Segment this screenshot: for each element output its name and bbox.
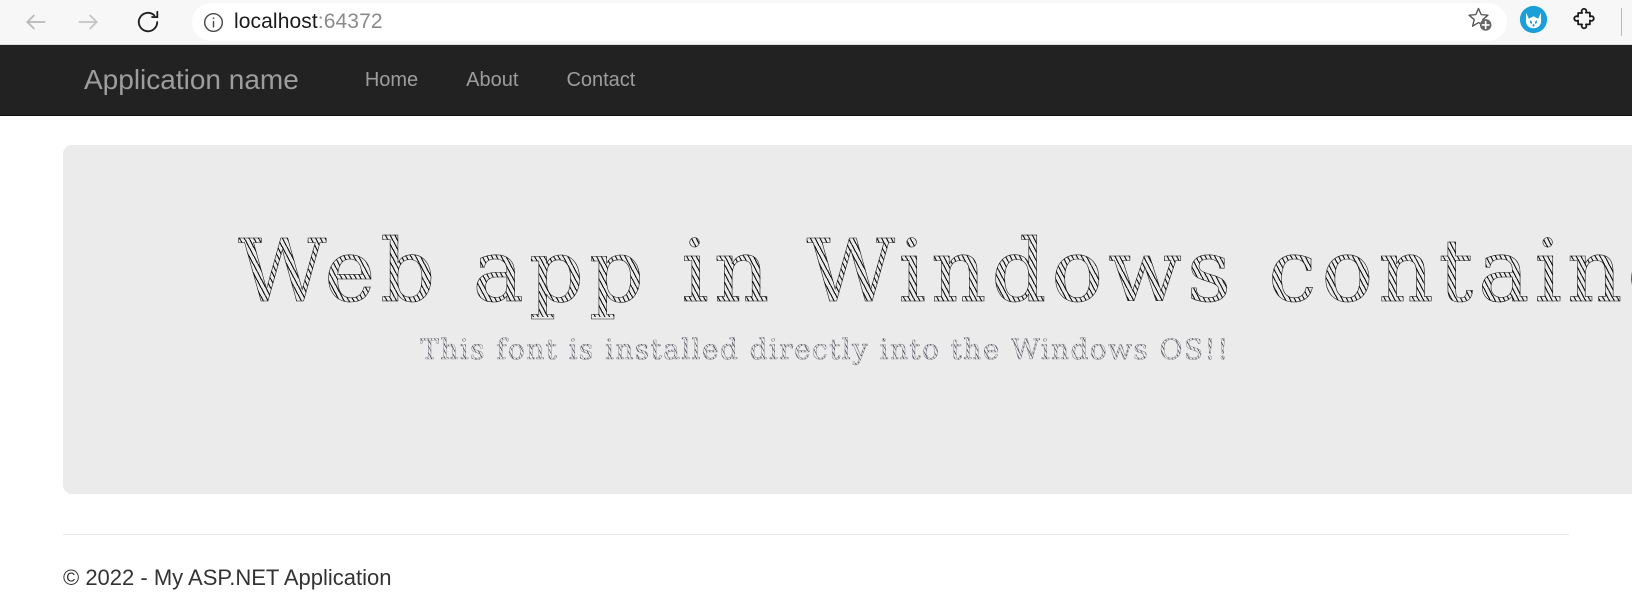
site-footer: © 2022 - My ASP.NET Application	[63, 534, 1569, 591]
nav-link-about[interactable]: About	[442, 69, 542, 92]
nav-link-home[interactable]: Home	[341, 69, 442, 92]
favorite-button[interactable]	[1457, 3, 1503, 41]
forward-button[interactable]	[68, 6, 108, 38]
nav-link-contact[interactable]: Contact	[542, 69, 659, 92]
back-button[interactable]	[16, 6, 56, 38]
browser-toolbar: localhost:64372	[0, 0, 1632, 45]
puzzle-piece-icon	[1571, 6, 1599, 39]
jumbotron-content: Web app in Windows container This font i…	[238, 228, 1632, 367]
footer-divider	[63, 534, 1569, 535]
wolf-extension-icon	[1519, 5, 1548, 39]
extensions-button[interactable]	[1559, 0, 1611, 45]
navbar-links: Home About Contact	[341, 69, 660, 92]
footer-copyright: © 2022 - My ASP.NET Application	[63, 565, 392, 590]
url-text[interactable]: localhost:64372	[234, 10, 1457, 34]
page-content: Web app in Windows container This font i…	[0, 116, 1632, 601]
info-circle-icon[interactable]	[192, 3, 234, 41]
page-subtitle: This font is installed directly into the…	[238, 333, 1632, 367]
navbar-brand[interactable]: Application name	[84, 64, 299, 96]
reload-button[interactable]	[128, 6, 168, 38]
jumbotron: Web app in Windows container This font i…	[63, 145, 1632, 494]
address-bar[interactable]: localhost:64372	[192, 3, 1507, 41]
arrow-left-icon	[23, 9, 49, 35]
site-navbar: Application name Home About Contact	[0, 45, 1632, 116]
reload-icon	[135, 9, 161, 35]
url-host: localhost	[234, 10, 318, 33]
star-add-icon	[1465, 5, 1495, 40]
toolbar-divider	[1621, 8, 1622, 36]
page-title: Web app in Windows container	[238, 228, 1632, 317]
wolf-extension-button[interactable]	[1507, 0, 1559, 45]
arrow-right-icon	[75, 9, 101, 35]
browser-actions	[1507, 0, 1632, 45]
url-port: :64372	[317, 10, 383, 33]
